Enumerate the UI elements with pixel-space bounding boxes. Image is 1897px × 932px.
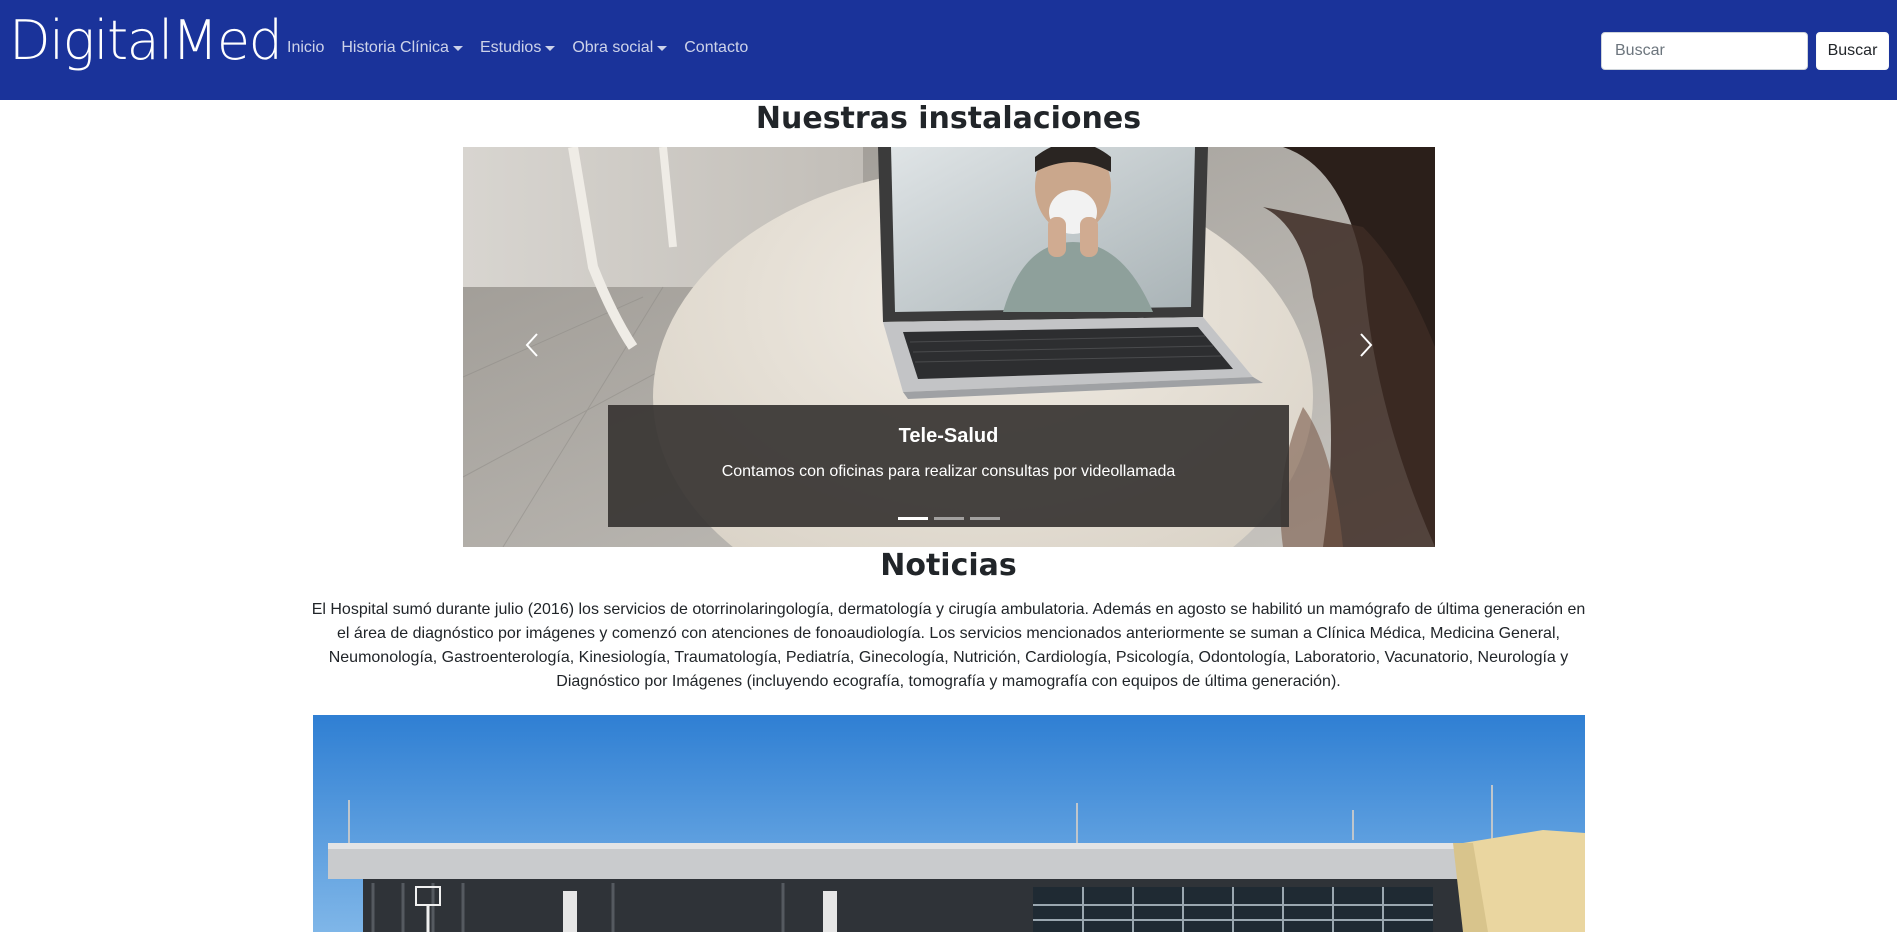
chevron-down-icon: [545, 46, 556, 51]
carousel-indicator-1[interactable]: [898, 517, 928, 520]
nav-dropdown-estudios[interactable]: Estudios: [480, 39, 556, 57]
nav-dropdown-historia-clinica[interactable]: Historia Clínica: [341, 39, 463, 57]
nav-link-inicio[interactable]: Inicio: [287, 39, 324, 57]
nav-links: Inicio Historia Clínica Estudios Obra so…: [287, 39, 765, 57]
carousel-caption: Tele-Salud Contamos con oficinas para re…: [608, 405, 1289, 527]
section-title-facilities: Nuestras instalaciones: [755, 101, 1142, 136]
chevron-right-icon: [1360, 333, 1373, 357]
carousel-indicators: [898, 517, 1000, 520]
search-button[interactable]: Buscar: [1816, 32, 1889, 70]
carousel-indicator-2[interactable]: [934, 517, 964, 520]
facilities-carousel: Tele-Salud Contamos con oficinas para re…: [463, 147, 1435, 547]
carousel-prev-button[interactable]: [518, 330, 548, 360]
brand-logo[interactable]: DigitalMed: [9, 14, 283, 68]
hospital-image: [313, 715, 1585, 932]
chevron-left-icon: [525, 333, 538, 357]
nav-dropdown-obra-social[interactable]: Obra social: [572, 39, 668, 57]
carousel-indicator-3[interactable]: [970, 517, 1000, 520]
caption-text: Contamos con oficinas para realizar cons…: [721, 463, 1176, 480]
nav-link-contacto[interactable]: Contacto: [684, 39, 748, 57]
navbar: DigitalMed Inicio Historia Clínica Estud…: [0, 0, 1897, 100]
carousel-next-button[interactable]: [1350, 330, 1380, 360]
hospital-building-image: [313, 715, 1585, 932]
caption-title: Tele-Salud: [898, 425, 999, 447]
section-title-news: Noticias: [880, 548, 1017, 583]
chevron-down-icon: [657, 46, 668, 51]
news-paragraph: El Hospital sumó durante julio (2016) lo…: [311, 601, 1586, 690]
search-input[interactable]: [1601, 32, 1808, 70]
chevron-down-icon: [452, 46, 463, 51]
